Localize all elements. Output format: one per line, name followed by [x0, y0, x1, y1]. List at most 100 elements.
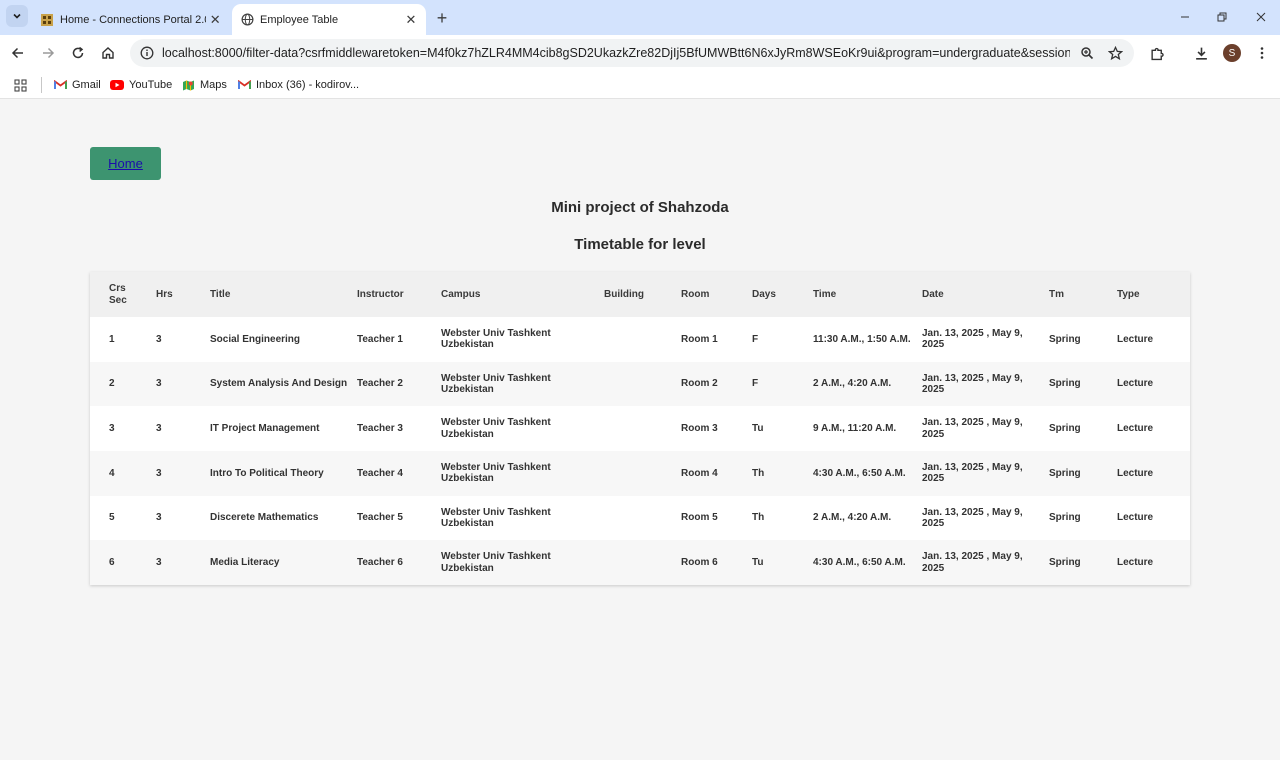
- restore-button[interactable]: [1211, 6, 1233, 28]
- table-row: 2 3 System Analysis And Design Teacher 2…: [90, 361, 1190, 407]
- cell-hrs: 3: [156, 378, 162, 390]
- download-icon: [1195, 47, 1207, 60]
- table-row: 6 3 Media Literacy Teacher 6 Webster Uni…: [90, 540, 1190, 586]
- bookmark-inbox[interactable]: Inbox (36) - kodirov...: [237, 77, 359, 93]
- reload-icon: [72, 46, 84, 59]
- cell-days: F: [752, 378, 759, 390]
- close-icon: [1256, 12, 1266, 22]
- cell-date: Jan. 13, 2025 , May 9, 2025: [922, 417, 1023, 440]
- new-tab-button[interactable]: +: [431, 7, 453, 29]
- more-vertical-icon: [1260, 47, 1264, 59]
- tab-home-connections[interactable]: Home - Connections Portal 2.0 ✕: [32, 4, 230, 35]
- cell-date: Jan. 13, 2025 , May 9, 2025: [922, 551, 1023, 574]
- globe-icon: [240, 13, 254, 27]
- col-title: Title: [210, 288, 231, 300]
- table-row: 5 3 Discerete Mathematics Teacher 5 Webs…: [90, 495, 1190, 541]
- cell-days: Th: [752, 512, 765, 524]
- zoom-icon[interactable]: [1078, 44, 1096, 62]
- table-body: 1 3 Social Engineering Teacher 1 Webster…: [90, 317, 1190, 586]
- cell-type: Lecture: [1117, 512, 1154, 524]
- cell-title: Discerete Mathematics: [210, 512, 319, 524]
- gmail-icon: [237, 78, 251, 92]
- cell-type: Lecture: [1117, 557, 1154, 569]
- gmail-icon: [53, 78, 67, 92]
- tab-search-button[interactable]: [6, 5, 28, 27]
- cell-title: System Analysis And Design: [210, 378, 348, 390]
- col-instructor: Instructor: [357, 288, 404, 300]
- menu-button[interactable]: [1250, 41, 1274, 65]
- cell-date: Jan. 13, 2025 , May 9, 2025: [922, 372, 1023, 396]
- cell-tm: Spring: [1049, 422, 1081, 434]
- puzzle-icon: [1150, 47, 1164, 60]
- cell-building: [604, 496, 681, 541]
- cell-campus: Webster Univ Tashkent Uzbekistan: [441, 327, 551, 351]
- bookmark-maps[interactable]: Maps: [181, 77, 227, 93]
- cell-hrs: 3: [156, 422, 162, 434]
- bookmark-youtube[interactable]: YouTube: [110, 77, 172, 93]
- cell-campus: Webster Univ Tashkent Uzbekistan: [441, 417, 551, 440]
- cell-room: Room 5: [681, 512, 718, 524]
- portal-favicon-icon: [40, 13, 54, 27]
- cell-crs-sec: 2: [109, 378, 115, 390]
- tab-title: Employee Table: [260, 13, 339, 26]
- cell-title: Intro To Political Theory: [210, 467, 324, 479]
- reload-button[interactable]: [66, 41, 90, 65]
- cell-tm: Spring: [1049, 378, 1081, 390]
- extensions-button[interactable]: [1145, 41, 1169, 65]
- cell-room: Room 4: [681, 467, 718, 479]
- cell-title: Social Engineering: [210, 333, 301, 345]
- cell-instructor: Teacher 3: [357, 422, 403, 434]
- tab-employee-table[interactable]: Employee Table ✕: [232, 4, 426, 35]
- cell-type: Lecture: [1117, 467, 1154, 479]
- table-header-row: Crs Sec Hrs Title Instructor Campus Buil…: [90, 272, 1190, 317]
- cell-tm: Spring: [1049, 333, 1081, 345]
- cell-instructor: Teacher 1: [357, 333, 403, 345]
- back-button[interactable]: [6, 41, 30, 65]
- forward-button[interactable]: [36, 41, 60, 65]
- maps-icon: [181, 78, 195, 92]
- site-info-icon[interactable]: [138, 44, 156, 62]
- profile-avatar[interactable]: S: [1223, 44, 1241, 62]
- cell-tm: Spring: [1049, 557, 1081, 569]
- cell-crs-sec: 3: [109, 422, 115, 434]
- table-row: 1 3 Social Engineering Teacher 1 Webster…: [90, 317, 1190, 362]
- home-link[interactable]: Home: [108, 156, 143, 171]
- close-icon[interactable]: ✕: [206, 11, 224, 29]
- close-window-button[interactable]: [1250, 6, 1272, 28]
- cell-crs-sec: 4: [109, 467, 115, 479]
- cell-days: F: [752, 333, 759, 345]
- cell-date: Jan. 13, 2025 , May 9, 2025: [922, 461, 1023, 485]
- close-icon[interactable]: ✕: [402, 11, 420, 29]
- bookmark-gmail[interactable]: Gmail: [53, 77, 101, 93]
- cell-room: Room 6: [681, 557, 718, 569]
- home-link-button[interactable]: Home: [90, 147, 161, 180]
- apps-button[interactable]: [14, 77, 27, 93]
- downloads-button[interactable]: [1189, 41, 1213, 65]
- home-button[interactable]: [96, 41, 120, 65]
- bookmarks-divider: [41, 77, 42, 93]
- cell-instructor: Teacher 4: [357, 467, 403, 479]
- minimize-button[interactable]: [1174, 6, 1196, 28]
- avatar-letter: S: [1228, 47, 1236, 59]
- cell-time: 9 A.M., 11:20 A.M.: [813, 422, 897, 434]
- address-bar[interactable]: localhost:8000/filter-data?csrfmiddlewar…: [130, 39, 1134, 67]
- cell-hrs: 3: [156, 467, 162, 479]
- col-building: Building: [604, 288, 644, 300]
- youtube-icon: [110, 78, 124, 92]
- cell-time: 11:30 A.M., 1:50 A.M.: [813, 333, 911, 345]
- cell-title: IT Project Management: [210, 422, 320, 434]
- timetable-table: Crs Sec Hrs Title Instructor Campus Buil…: [90, 272, 1190, 586]
- cell-time: 4:30 A.M., 6:50 A.M.: [813, 467, 906, 479]
- col-tm: Tm: [1049, 288, 1064, 300]
- cell-building: [604, 406, 681, 451]
- tab-strip: Home - Connections Portal 2.0 ✕ Employee…: [0, 0, 1280, 35]
- cell-tm: Spring: [1049, 512, 1081, 524]
- bookmark-star-icon[interactable]: [1106, 44, 1124, 62]
- cell-title: Media Literacy: [210, 557, 280, 569]
- bookmark-label: Gmail: [72, 79, 101, 91]
- page-subtitle: Timetable for level: [574, 236, 706, 253]
- cell-campus: Webster Univ Tashkent Uzbekistan: [441, 506, 551, 530]
- col-crs-sec: Crs Sec: [90, 272, 156, 317]
- cell-time: 4:30 A.M., 6:50 A.M.: [813, 557, 906, 569]
- bookmarks-bar: Gmail YouTube Maps Inbox (36) - kodirov.…: [0, 71, 1280, 99]
